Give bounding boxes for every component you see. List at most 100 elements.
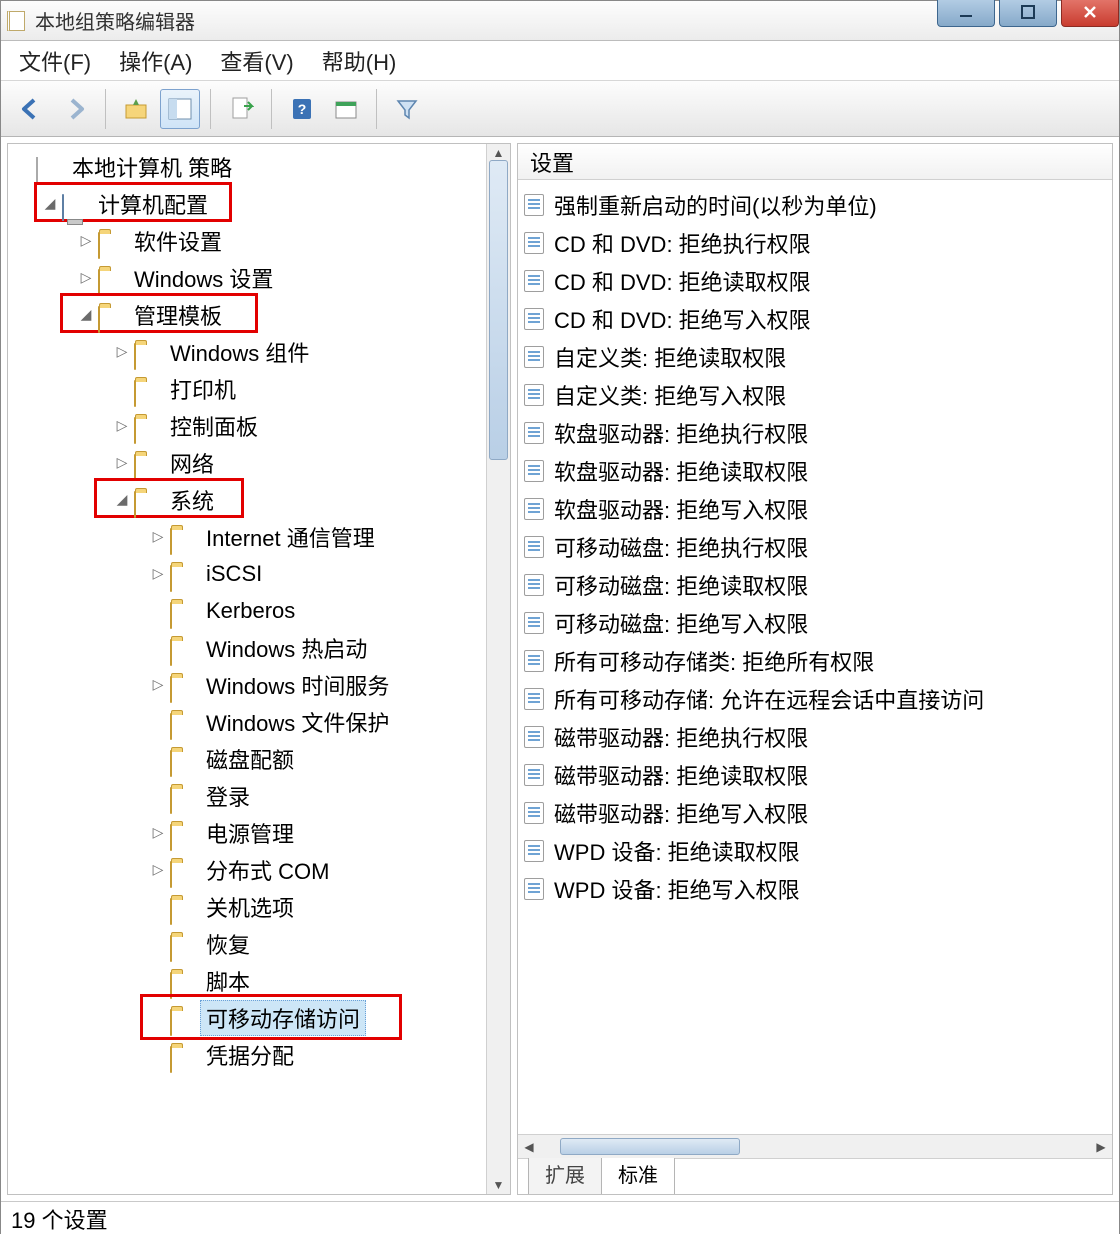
folder-icon	[170, 750, 192, 768]
toolbar-separator	[210, 89, 211, 129]
back-button[interactable]	[11, 89, 51, 129]
scroll-right-icon[interactable]: ▶	[1090, 1140, 1112, 1154]
list-item[interactable]: 所有可移动存储类: 拒绝所有权限	[524, 642, 1106, 680]
tree-windows-settings[interactable]: ▷ Windows 设置	[12, 259, 486, 296]
expand-icon[interactable]: ▷	[150, 676, 166, 693]
close-button[interactable]	[1061, 0, 1119, 27]
minimize-button[interactable]	[937, 0, 995, 27]
list-item[interactable]: WPD 设备: 拒绝写入权限	[524, 870, 1106, 908]
menu-file[interactable]: 文件(F)	[19, 45, 91, 77]
tree-recovery[interactable]: 恢复	[12, 925, 486, 962]
tree-software-settings[interactable]: ▷ 软件设置	[12, 222, 486, 259]
list-header[interactable]: 设置	[518, 144, 1112, 180]
folder-icon	[170, 1046, 192, 1064]
list-hscrollbar[interactable]: ◀ ▶	[518, 1134, 1112, 1158]
tree-shutdown-options[interactable]: 关机选项	[12, 888, 486, 925]
filter-button[interactable]	[387, 89, 427, 129]
tree-label: iSCSI	[200, 559, 268, 589]
expand-icon[interactable]: ▷	[150, 528, 166, 545]
list-item[interactable]: 磁带驱动器: 拒绝读取权限	[524, 756, 1106, 794]
tree-label: 本地计算机 策略	[66, 149, 238, 185]
tree-disk-quota[interactable]: 磁盘配额	[12, 740, 486, 777]
tree-dcom[interactable]: ▷分布式 COM	[12, 851, 486, 888]
list-item-label: 自定义类: 拒绝写入权限	[554, 379, 786, 411]
tree-file-protection[interactable]: Windows 文件保护	[12, 703, 486, 740]
tree-printers[interactable]: 打印机	[12, 370, 486, 407]
properties-button[interactable]	[326, 89, 366, 129]
menu-action[interactable]: 操作(A)	[119, 45, 192, 77]
tree-system[interactable]: ◢系统	[12, 481, 486, 518]
expand-icon[interactable]: ▷	[150, 824, 166, 841]
expand-icon[interactable]: ▷	[150, 565, 166, 582]
toolbar: ?	[1, 81, 1119, 137]
list-item[interactable]: CD 和 DVD: 拒绝写入权限	[524, 300, 1106, 338]
list-item-label: 所有可移动存储类: 拒绝所有权限	[554, 645, 874, 677]
expand-icon[interactable]: ▷	[78, 232, 94, 249]
list-item[interactable]: 可移动磁盘: 拒绝执行权限	[524, 528, 1106, 566]
list-item[interactable]: WPD 设备: 拒绝读取权限	[524, 832, 1106, 870]
expand-icon[interactable]: ▷	[114, 454, 130, 471]
tree-power[interactable]: ▷电源管理	[12, 814, 486, 851]
policy-icon	[524, 536, 544, 558]
folder-icon	[134, 417, 156, 435]
scroll-left-icon[interactable]: ◀	[518, 1140, 540, 1154]
policy-icon	[524, 270, 544, 292]
up-button[interactable]	[116, 89, 156, 129]
list-item-label: 磁带驱动器: 拒绝读取权限	[554, 759, 808, 791]
list-item[interactable]: 强制重新启动的时间(以秒为单位)	[524, 186, 1106, 224]
expand-icon[interactable]: ▷	[114, 417, 130, 434]
scroll-down-icon[interactable]: ▼	[487, 1176, 510, 1194]
list-item-label: 自定义类: 拒绝读取权限	[554, 341, 786, 373]
menubar: 文件(F) 操作(A) 查看(V) 帮助(H)	[1, 41, 1119, 81]
list-item[interactable]: 软盘驱动器: 拒绝写入权限	[524, 490, 1106, 528]
list-item[interactable]: 磁带驱动器: 拒绝执行权限	[524, 718, 1106, 756]
list-item-label: 强制重新启动的时间(以秒为单位)	[554, 189, 877, 221]
menu-view[interactable]: 查看(V)	[220, 45, 293, 77]
tree-cred-delegation[interactable]: 凭据分配	[12, 1036, 486, 1073]
tab-extended[interactable]: 扩展	[528, 1153, 602, 1194]
tab-standard[interactable]: 标准	[601, 1153, 675, 1194]
tree-removable-storage[interactable]: 可移动存储访问	[12, 999, 486, 1036]
expand-icon[interactable]: ▷	[150, 861, 166, 878]
expand-icon[interactable]: ▷	[78, 269, 94, 286]
tree-control-panel[interactable]: ▷控制面板	[12, 407, 486, 444]
forward-button[interactable]	[55, 89, 95, 129]
list-item[interactable]: 软盘驱动器: 拒绝读取权限	[524, 452, 1106, 490]
list-item-label: 软盘驱动器: 拒绝读取权限	[554, 455, 808, 487]
list-item[interactable]: CD 和 DVD: 拒绝读取权限	[524, 262, 1106, 300]
tree-admin-templates[interactable]: ◢ 管理模板	[12, 296, 486, 333]
tree-computer-config[interactable]: ◢ 计算机配置	[12, 185, 486, 222]
tree-windows-hotstart[interactable]: Windows 热启动	[12, 629, 486, 666]
list-item[interactable]: 磁带驱动器: 拒绝写入权限	[524, 794, 1106, 832]
maximize-button[interactable]	[999, 0, 1057, 27]
tree-network[interactable]: ▷网络	[12, 444, 486, 481]
list-item[interactable]: 可移动磁盘: 拒绝读取权限	[524, 566, 1106, 604]
tree-label: Windows 热启动	[200, 630, 373, 666]
tree-windows-components[interactable]: ▷Windows 组件	[12, 333, 486, 370]
list-item[interactable]: 自定义类: 拒绝写入权限	[524, 376, 1106, 414]
tree-logon[interactable]: 登录	[12, 777, 486, 814]
folder-icon	[170, 972, 192, 990]
policy-icon	[524, 384, 544, 406]
list-item-label: 软盘驱动器: 拒绝执行权限	[554, 417, 808, 449]
folder-icon	[170, 602, 192, 620]
help-button[interactable]: ?	[282, 89, 322, 129]
tree-iscsi[interactable]: ▷ iSCSI	[12, 555, 486, 592]
tree-scrollbar[interactable]: ▲ ▼	[486, 144, 510, 1194]
scroll-thumb[interactable]	[560, 1138, 740, 1155]
export-button[interactable]	[221, 89, 261, 129]
folder-icon	[170, 824, 192, 842]
scroll-thumb[interactable]	[489, 160, 508, 460]
list-item[interactable]: 自定义类: 拒绝读取权限	[524, 338, 1106, 376]
list-item[interactable]: 软盘驱动器: 拒绝执行权限	[524, 414, 1106, 452]
list-item[interactable]: CD 和 DVD: 拒绝执行权限	[524, 224, 1106, 262]
menu-help[interactable]: 帮助(H)	[322, 45, 397, 77]
tree-internet-comm[interactable]: ▷Internet 通信管理	[12, 518, 486, 555]
show-hide-tree-button[interactable]	[160, 89, 200, 129]
tree-windows-time[interactable]: ▷Windows 时间服务	[12, 666, 486, 703]
tree-kerberos[interactable]: Kerberos	[12, 592, 486, 629]
list-item[interactable]: 所有可移动存储: 允许在远程会话中直接访问	[524, 680, 1106, 718]
expand-icon[interactable]: ▷	[114, 343, 130, 360]
tree-root[interactable]: 本地计算机 策略	[12, 148, 486, 185]
list-item[interactable]: 可移动磁盘: 拒绝写入权限	[524, 604, 1106, 642]
